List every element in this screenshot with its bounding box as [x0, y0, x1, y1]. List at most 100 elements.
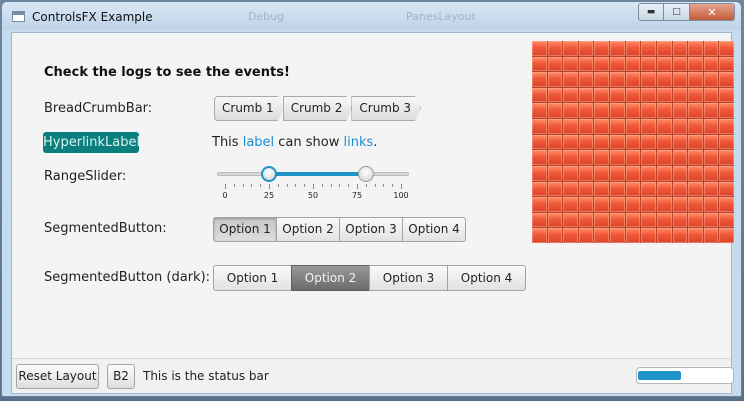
slider-tick — [295, 184, 297, 187]
mosaic-tile — [656, 72, 672, 87]
mosaic-tile — [547, 181, 563, 197]
mosaic-tile — [672, 119, 688, 134]
title-bar[interactable]: ControlsFX Example Debug PanesLayout ▬ □… — [2, 2, 741, 30]
b2-button[interactable]: B2 — [107, 364, 135, 389]
mosaic-tile — [688, 150, 703, 165]
slider-tick — [321, 184, 323, 187]
mosaic-tile — [688, 181, 703, 197]
slider-low-thumb[interactable] — [261, 166, 277, 182]
dark-segment-option-2[interactable]: Option 2 — [291, 265, 370, 291]
mosaic-tile — [547, 72, 563, 87]
mosaic-tile — [672, 212, 688, 228]
mosaic-tile — [672, 150, 688, 165]
mosaic-tile — [625, 41, 641, 56]
mosaic-tile — [719, 150, 734, 165]
mosaic-tile — [594, 103, 610, 119]
segment-option-4[interactable]: Option 4 — [402, 217, 466, 242]
mosaic-tile — [563, 41, 578, 56]
mosaic-tile — [578, 134, 594, 150]
slider-tick-label: 75 — [351, 191, 363, 200]
segmented-button-dark-label: SegmentedButton (dark): — [44, 270, 211, 285]
app-window: ControlsFX Example Debug PanesLayout ▬ □… — [1, 1, 742, 397]
mosaic-tile — [610, 150, 625, 165]
slider-tick — [374, 184, 376, 187]
mosaic-tile — [672, 87, 688, 103]
mosaic-tile — [625, 165, 641, 181]
mosaic-tile — [563, 56, 578, 72]
slider-tick-label: 0 — [222, 191, 228, 200]
mosaic-tile — [532, 56, 547, 72]
mosaic-tile — [532, 197, 547, 212]
range-slider-label: RangeSlider: — [44, 169, 127, 184]
tile-mosaic — [532, 41, 734, 243]
slider-tick — [365, 184, 367, 187]
background-hint-debug: Debug — [248, 10, 285, 23]
mosaic-tile — [672, 103, 688, 119]
content-area: Check the logs to see the events! BreadC… — [11, 32, 734, 394]
dark-segment-option-1[interactable]: Option 1 — [213, 265, 292, 291]
mosaic-tile — [719, 41, 734, 56]
mosaic-tile — [688, 72, 703, 87]
mosaic-tile — [672, 41, 688, 56]
background-hint-paneslayout: PanesLayout — [406, 10, 476, 23]
breadcrumb-item[interactable]: Crumb 3 — [351, 96, 421, 121]
mosaic-tile — [625, 103, 641, 119]
slider-tick — [242, 184, 244, 187]
mosaic-tile — [641, 181, 656, 197]
slider-tick — [269, 184, 270, 189]
dark-segment-option-3[interactable]: Option 3 — [369, 265, 448, 291]
segment-option-3[interactable]: Option 3 — [339, 217, 403, 242]
close-button[interactable]: ✕ — [690, 3, 735, 21]
breadcrumb-item[interactable]: Crumb 1 — [214, 96, 284, 121]
slider-tick-label: 100 — [393, 191, 409, 200]
slider-tick — [260, 184, 262, 187]
mosaic-tile — [610, 87, 625, 103]
mosaic-tile — [672, 72, 688, 87]
range-slider[interactable]: 0 25 50 75 100 — [217, 166, 409, 200]
mosaic-tile — [719, 119, 734, 134]
slider-tick — [225, 184, 226, 189]
mosaic-tile — [578, 228, 594, 243]
mosaic-tile — [563, 165, 578, 181]
mosaic-tile — [672, 56, 688, 72]
mosaic-tile — [656, 119, 672, 134]
mosaic-tile — [563, 228, 578, 243]
mosaic-tile — [719, 87, 734, 103]
link-links[interactable]: links — [344, 135, 374, 150]
mosaic-tile — [594, 56, 610, 72]
mosaic-tile — [610, 103, 625, 119]
minimize-icon: ▬ — [646, 7, 656, 17]
reset-layout-button[interactable]: Reset Layout — [16, 364, 99, 389]
slider-high-thumb[interactable] — [357, 166, 374, 182]
mosaic-tile — [641, 197, 656, 212]
mosaic-tile — [610, 181, 625, 197]
mosaic-tile — [719, 72, 734, 87]
minimize-button[interactable]: ▬ — [638, 3, 664, 21]
mosaic-tile — [563, 72, 578, 87]
mosaic-tile — [703, 41, 719, 56]
mosaic-tile — [563, 87, 578, 103]
dark-segment-option-4[interactable]: Option 4 — [447, 265, 526, 291]
mosaic-tile — [532, 72, 547, 87]
mosaic-tile — [625, 197, 641, 212]
link-label[interactable]: label — [243, 135, 274, 150]
mosaic-tile — [578, 41, 594, 56]
slider-tick — [313, 184, 314, 189]
mosaic-tile — [641, 150, 656, 165]
mosaic-tile — [703, 56, 719, 72]
maximize-button[interactable]: □ — [664, 3, 690, 21]
close-icon: ✕ — [707, 5, 717, 19]
mosaic-tile — [719, 56, 734, 72]
mosaic-tile — [594, 87, 610, 103]
page-heading: Check the logs to see the events! — [44, 65, 290, 80]
mosaic-tile — [688, 165, 703, 181]
mosaic-tile — [703, 181, 719, 197]
mosaic-tile — [625, 72, 641, 87]
slider-tick — [401, 184, 402, 189]
segment-option-2[interactable]: Option 2 — [276, 217, 340, 242]
mosaic-tile — [563, 134, 578, 150]
breadcrumb-item[interactable]: Crumb 2 — [283, 96, 353, 121]
mosaic-tile — [656, 197, 672, 212]
hyperlink-text-after: . — [373, 135, 378, 150]
segment-option-1[interactable]: Option 1 — [213, 217, 277, 242]
